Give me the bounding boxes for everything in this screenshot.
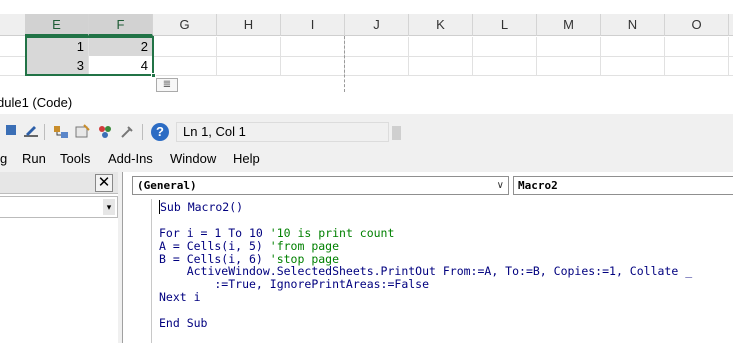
code-comment: '10 is print count [269,225,395,240]
code-comment: 'from page [269,238,340,253]
cell[interactable] [537,37,601,57]
quick-analysis-icon[interactable]: ≣ [156,78,178,92]
menu-bar: g Run Tools Add-Ins Window Help [0,148,733,170]
cell[interactable] [601,37,665,57]
code-line[interactable]: :=True, IgnorePrintAreas:=False [159,278,733,291]
cell[interactable] [665,56,729,76]
code-line[interactable]: End Sub [159,317,733,330]
code-text: For i = 1 To 10 [159,225,270,240]
menu-tools[interactable]: Tools [60,148,90,170]
column-header-g[interactable]: G [153,14,217,36]
help-icon[interactable]: ? [151,123,169,141]
chevron-down-icon[interactable]: ∨ [497,177,504,194]
cell[interactable] [665,37,729,57]
procedure-combo[interactable]: Macro2 [513,176,733,195]
code-comment: 'stop page [269,251,340,266]
design-mode-icon[interactable] [22,123,40,141]
toolbar-overflow-icon[interactable] [392,126,401,140]
cell[interactable] [281,37,345,57]
code-line[interactable]: Sub Macro2() [159,200,733,214]
code-text: Sub Macro2() [159,200,244,214]
menu-window[interactable]: Window [170,148,216,170]
code-line[interactable]: Next i [159,291,733,304]
properties-window-icon[interactable] [74,123,92,141]
code-text: :=True, IgnorePrintAreas:=False [159,277,430,292]
code-text: A = Cells(i, 5) [159,238,270,253]
cell[interactable] [153,56,217,76]
object-combo[interactable]: (General) ∨ [132,176,509,195]
project-pane: ✕ ▾ [0,172,118,343]
cell[interactable] [601,56,665,76]
object-combo-value: (General) [137,179,197,192]
cell[interactable] [537,56,601,76]
code-window: (General) ∨ Macro2 Sub Macro2() For i = 1… [122,172,733,343]
selection-border [25,36,154,76]
close-icon[interactable]: ✕ [95,174,113,192]
toolbar-separator [44,124,45,140]
standard-toolbar: ? Ln 1, Col 1 [0,120,405,144]
column-header-e[interactable]: E [25,14,89,36]
toolbar-separator [142,124,143,140]
cell[interactable] [473,37,537,57]
cell[interactable] [409,37,473,57]
column-header-m[interactable]: M [537,14,601,36]
cell[interactable] [217,56,281,76]
window-title-text: dule1 (Code) [0,95,73,110]
column-header-k[interactable]: K [409,14,473,36]
cell[interactable] [153,37,217,57]
code-text: End Sub [159,316,208,331]
column-header-n[interactable]: N [601,14,665,36]
excel-worksheet: E F G H I J K L M N O 1 2 3 4 ≣ [0,0,733,92]
code-line[interactable] [159,304,733,317]
cursor-position-indicator: Ln 1, Col 1 [176,122,389,142]
cell[interactable] [473,56,537,76]
menu-run[interactable]: Run [22,148,46,170]
project-explorer-icon[interactable] [52,123,70,141]
cell[interactable] [409,56,473,76]
object-browser-icon[interactable] [96,123,114,141]
menu-help[interactable]: Help [233,148,260,170]
procedure-combo-value: Macro2 [518,179,558,192]
code-text: ActiveWindow.SelectedSheets.PrintOut Fro… [159,264,693,279]
page-break-line [344,36,345,92]
column-header-j[interactable]: J [345,14,409,36]
cell[interactable] [281,56,345,76]
properties-object-dropdown[interactable]: ▾ [0,196,118,218]
code-text: Next i [159,290,201,305]
code-editor[interactable]: Sub Macro2() For i = 1 To 10 '10 is print… [159,200,733,343]
column-header-row: E F G H I J K L M N O [0,14,733,36]
cell[interactable] [217,37,281,57]
column-header-o[interactable]: O [665,14,729,36]
project-pane-header: ✕ [0,172,118,194]
column-header-i[interactable]: I [281,14,345,36]
toolbox-icon[interactable] [118,123,136,141]
code-text: B = Cells(i, 6) [159,251,270,266]
column-header-h[interactable]: H [217,14,281,36]
cell[interactable] [345,56,409,76]
menu-add-ins[interactable]: Add-Ins [108,148,153,170]
window-title: dule1 (Code) [0,92,733,114]
code-margin-indicator-bar[interactable] [123,199,152,343]
column-header-l[interactable]: L [473,14,537,36]
userform-icon[interactable] [2,123,20,141]
vba-editor: dule1 (Code) ? Ln 1, Col 1 g Run Tools A… [0,92,733,343]
cell[interactable] [345,37,409,57]
column-header-f[interactable]: F [89,14,153,36]
chevron-down-icon[interactable]: ▾ [103,199,115,215]
menu-debug[interactable]: g [0,148,7,170]
